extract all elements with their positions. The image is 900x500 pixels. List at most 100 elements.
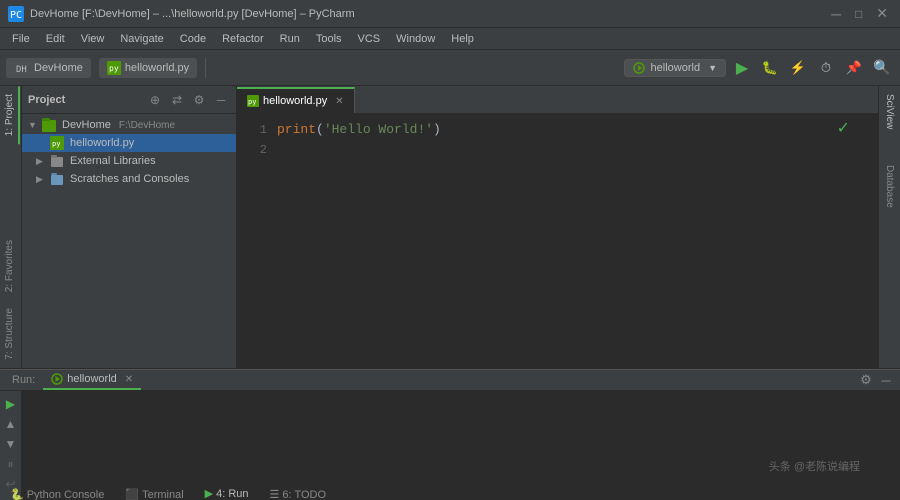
code-editor[interactable]: 1 2 print ( 'Hello World!' ) [237, 114, 878, 368]
expand-arrow-scratches: ▶ [36, 174, 46, 185]
toolbar: DH DevHome py helloworld.py helloworld ▼… [0, 50, 900, 86]
menu-edit[interactable]: Edit [38, 31, 73, 47]
right-side-tabs: SciView Database [878, 86, 900, 368]
code-paren-open: ( [316, 120, 324, 140]
menu-tools[interactable]: Tools [308, 31, 350, 47]
sync-icon[interactable]: ⇄ [168, 91, 186, 109]
editor-area: py helloworld.py ✕ ✓ 1 2 print ( 'Hello [237, 86, 878, 368]
devhome-button[interactable]: DH DevHome [6, 58, 91, 78]
run-config-dropdown[interactable]: helloworld ▼ [624, 59, 726, 77]
tab-todo[interactable]: ☰ 6: TODO [260, 484, 337, 500]
scratches-label: Scratches and Consoles [70, 173, 189, 185]
menu-run[interactable]: Run [272, 31, 308, 47]
editor-tab-helloworld[interactable]: py helloworld.py ✕ [237, 87, 355, 113]
project-title: Project [28, 94, 142, 106]
tree-item-helloworld[interactable]: py helloworld.py [22, 134, 236, 152]
close-btn[interactable]: ✕ [872, 5, 892, 22]
close-run-tab[interactable]: ✕ [125, 374, 133, 385]
bottom-panel: Run: helloworld ✕ ⚙ ─ ▶ ▲ ▼ ⏸ ↩ ≫ [0, 368, 900, 483]
line-num-2: 2 [237, 140, 267, 160]
expand-arrow-extlibs: ▶ [36, 156, 46, 167]
run-wrap-btn[interactable]: ↩ [2, 475, 20, 493]
svg-text:py: py [109, 64, 119, 73]
minimize-btn[interactable]: ─ [827, 6, 845, 22]
devhome-label: DevHome [34, 62, 83, 74]
terminal-label: Terminal [142, 489, 184, 500]
menu-view[interactable]: View [73, 31, 113, 47]
collapse-icon[interactable]: ─ [212, 91, 230, 109]
editor-checkmark: ✓ [837, 118, 850, 138]
tree-item-ext-libs[interactable]: ▶ External Libraries [22, 152, 236, 170]
profile-button[interactable]: ⏱ [814, 56, 838, 80]
sidebar-item-project[interactable]: 1: Project [1, 86, 20, 144]
tree-item-scratches[interactable]: ▶ Scratches and Consoles [22, 170, 236, 188]
line-num-1: 1 [237, 120, 267, 140]
title-text: DevHome [F:\DevHome] – ...\helloworld.py… [30, 8, 827, 20]
close-tab-icon[interactable]: ✕ [335, 96, 343, 107]
run-label: Run: [4, 374, 43, 386]
add-icon[interactable]: ⊕ [146, 91, 164, 109]
menu-window[interactable]: Window [388, 31, 443, 47]
menu-file[interactable]: File [4, 31, 38, 47]
project-panel: Project ⊕ ⇄ ⚙ ─ ▼ DevHome F:\DevHome [22, 86, 237, 368]
watermark: 头条 @老陈说编程 [769, 458, 860, 474]
menu-help[interactable]: Help [443, 31, 482, 47]
left-side-tabs: 1: Project 2: Favorites 7: Structure [0, 86, 22, 368]
run-play-btn[interactable]: ▶ [2, 395, 20, 413]
expand-arrow-devhome: ▼ [28, 120, 38, 130]
svg-text:DH: DH [16, 65, 27, 75]
run-tabs: Run: helloworld ✕ ⚙ ─ [0, 369, 900, 391]
toolbar-filename: helloworld.py [125, 62, 189, 74]
python-console-label: Python Console [27, 489, 105, 500]
run-button[interactable]: ▶ [730, 56, 754, 80]
debug-button[interactable]: 🐛 [758, 56, 782, 80]
toolbar-file-tab[interactable]: py helloworld.py [99, 58, 197, 78]
window-controls: ─ □ ✕ [827, 5, 892, 22]
svg-text:PC: PC [10, 10, 22, 21]
code-content[interactable]: print ( 'Hello World!' ) [277, 120, 878, 362]
editor-tab-label: helloworld.py [263, 95, 327, 107]
menu-code[interactable]: Code [172, 31, 214, 47]
ext-libraries-label: External Libraries [70, 155, 156, 167]
run-tab-bottom-label: 4: Run [216, 488, 248, 500]
run-down-btn[interactable]: ▼ [2, 435, 20, 453]
svg-text:py: py [52, 140, 60, 148]
terminal-icon: ⬛ [125, 488, 139, 500]
sidebar-item-favorites[interactable]: 2: Favorites [1, 232, 20, 300]
code-string: 'Hello World!' [324, 120, 433, 140]
run-close-btn[interactable]: ─ [876, 370, 896, 390]
maximize-btn[interactable]: □ [851, 7, 866, 21]
sidebar-item-structure[interactable]: 7: Structure [1, 300, 20, 368]
right-tab-database[interactable]: Database [881, 157, 898, 216]
search-everywhere-button[interactable]: 🔍 [870, 56, 894, 80]
helloworld-file-label: helloworld.py [70, 137, 134, 149]
tab-run[interactable]: ▶ 4: Run [195, 484, 260, 500]
code-paren-close: ) [433, 120, 441, 140]
menubar: File Edit View Navigate Code Refactor Ru… [0, 28, 900, 50]
menu-refactor[interactable]: Refactor [214, 31, 272, 47]
gear-icon[interactable]: ⚙ [190, 91, 208, 109]
line-numbers: 1 2 [237, 120, 277, 362]
project-root-label: DevHome [62, 119, 111, 131]
project-header: Project ⊕ ⇄ ⚙ ─ [22, 86, 236, 114]
coverage-button[interactable]: ⚡ [786, 56, 810, 80]
run-left-buttons: ▶ ▲ ▼ ⏸ ↩ ≫ [0, 391, 22, 500]
menu-navigate[interactable]: Navigate [112, 31, 171, 47]
pin-button[interactable]: 📌 [842, 56, 866, 80]
run-settings-btn[interactable]: ⚙ [856, 370, 876, 390]
right-tab-sciview[interactable]: SciView [881, 86, 898, 137]
run-pause-btn[interactable]: ⏸ [2, 455, 20, 473]
app-icon: PC [8, 6, 24, 22]
run-up-btn[interactable]: ▲ [2, 415, 20, 433]
run-tab-helloworld[interactable]: helloworld ✕ [43, 370, 141, 390]
run-tab-label: helloworld [67, 373, 117, 385]
tree-item-devhome[interactable]: ▼ DevHome F:\DevHome [22, 116, 236, 134]
code-print-keyword: print [277, 120, 316, 140]
todo-label: 6: TODO [282, 489, 326, 500]
menu-vcs[interactable]: VCS [350, 31, 389, 47]
tab-terminal[interactable]: ⬛ Terminal [115, 484, 194, 500]
project-tree: ▼ DevHome F:\DevHome py helloworld.py [22, 114, 236, 368]
dropdown-arrow: ▼ [708, 63, 717, 73]
project-root-path: F:\DevHome [119, 120, 175, 131]
run-expand-btn[interactable]: ≫ [2, 495, 20, 500]
